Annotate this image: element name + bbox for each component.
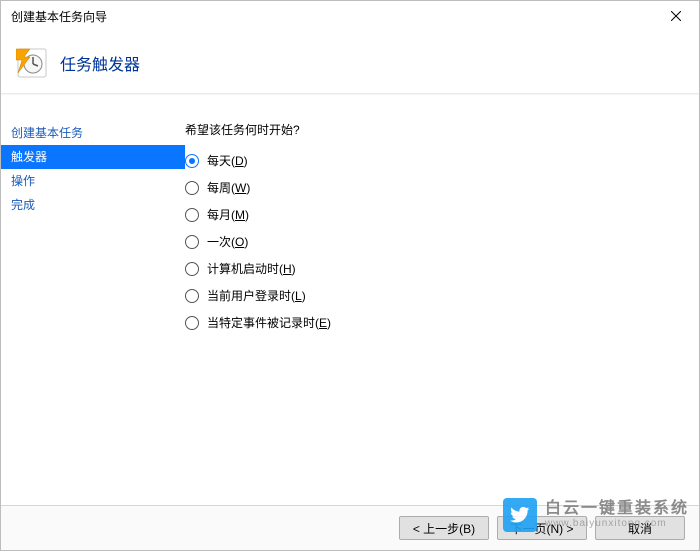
trigger-options-group: 每天(D) 每周(W) 每月(M) 一次(O) 计算机启动时(H) 当前用户登录时(L) 当…: [185, 152, 679, 331]
radio-icon: [185, 262, 199, 276]
wizard-content: 希望该任务何时开始? 每天(D) 每周(W) 每月(M) 一次(O) 计算机启动时(H)…: [185, 95, 699, 506]
close-button[interactable]: [653, 1, 699, 31]
clock-wizard-icon: [16, 47, 48, 79]
sidebar-step-0[interactable]: 创建基本任务: [1, 121, 185, 145]
trigger-option-l[interactable]: 当前用户登录时(L): [185, 287, 679, 304]
radio-label: 当特定事件被记录时(E): [207, 314, 331, 331]
radio-label: 每天(D): [207, 152, 248, 169]
radio-icon: [185, 154, 199, 168]
trigger-prompt: 希望该任务何时开始?: [185, 121, 679, 138]
trigger-option-o[interactable]: 一次(O): [185, 233, 679, 250]
back-button[interactable]: < 上一步(B): [399, 516, 489, 540]
radio-icon: [185, 316, 199, 330]
radio-label: 每月(M): [207, 206, 249, 223]
dialog-body: 创建基本任务触发器操作完成 希望该任务何时开始? 每天(D) 每周(W) 每月(M)…: [1, 95, 699, 506]
radio-label: 每周(W): [207, 179, 250, 196]
header-title: 任务触发器: [60, 51, 140, 75]
radio-icon: [185, 208, 199, 222]
radio-icon: [185, 289, 199, 303]
trigger-option-h[interactable]: 计算机启动时(H): [185, 260, 679, 277]
trigger-option-e[interactable]: 当特定事件被记录时(E): [185, 314, 679, 331]
radio-label: 计算机启动时(H): [207, 260, 296, 277]
dialog-header: 任务触发器: [1, 31, 699, 95]
sidebar-step-1[interactable]: 触发器: [1, 145, 185, 169]
trigger-option-m[interactable]: 每月(M): [185, 206, 679, 223]
next-button[interactable]: 下一页(N) >: [497, 516, 587, 540]
radio-icon: [185, 235, 199, 249]
close-icon: [671, 11, 681, 21]
wizard-window: 创建基本任务向导 任务触发器 创建基本任务触发器操作完成 希望该任务何时开始: [0, 0, 700, 551]
radio-label: 当前用户登录时(L): [207, 287, 306, 304]
cancel-button[interactable]: 取消: [595, 516, 685, 540]
trigger-option-d[interactable]: 每天(D): [185, 152, 679, 169]
dialog-footer: < 上一步(B) 下一页(N) > 取消: [1, 505, 699, 550]
titlebar: 创建基本任务向导: [1, 1, 699, 31]
sidebar-step-3[interactable]: 完成: [1, 193, 185, 217]
radio-icon: [185, 181, 199, 195]
sidebar-step-2[interactable]: 操作: [1, 169, 185, 193]
window-title: 创建基本任务向导: [11, 8, 107, 25]
radio-label: 一次(O): [207, 233, 248, 250]
wizard-steps-sidebar: 创建基本任务触发器操作完成: [1, 95, 185, 506]
trigger-option-w[interactable]: 每周(W): [185, 179, 679, 196]
